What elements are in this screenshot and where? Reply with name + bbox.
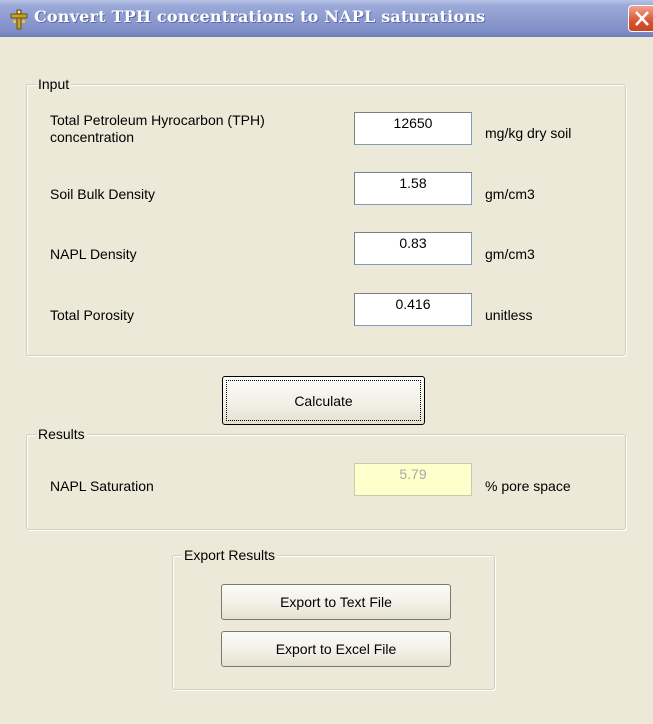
app-cross-icon xyxy=(10,9,28,30)
total-porosity-label: Total Porosity xyxy=(50,307,135,323)
napl-saturation-unit: % pore space xyxy=(485,478,571,494)
close-button[interactable] xyxy=(628,5,653,32)
tph-label: Total Petroleum Hyrocarbon (TPH) concent… xyxy=(50,112,265,145)
total-porosity-unit: unitless xyxy=(485,307,533,323)
soil-bulk-density-field[interactable]: 1.58 xyxy=(354,172,472,205)
soil-bulk-density-label: Soil Bulk Density xyxy=(50,186,156,202)
window-title: Convert TPH concentrations to NAPL satur… xyxy=(34,7,486,26)
napl-density-field[interactable]: 0.83 xyxy=(354,232,472,265)
export-group xyxy=(172,555,495,690)
close-x-icon xyxy=(635,11,649,26)
napl-saturation-field: 5.79 xyxy=(354,463,472,496)
napl-density-label: NAPL Density xyxy=(50,246,137,262)
export-excel-button[interactable]: Export to Excel File xyxy=(221,631,451,667)
soil-bulk-density-unit: gm/cm3 xyxy=(485,186,535,202)
calculate-button-label: Calculate xyxy=(294,392,353,409)
napl-saturation-label: NAPL Saturation xyxy=(50,478,154,494)
export-excel-button-label: Export to Excel File xyxy=(275,641,397,657)
total-porosity-field[interactable]: 0.416 xyxy=(354,293,472,326)
tph-concentration-field[interactable]: 12650 xyxy=(354,112,472,145)
title-bar[interactable]: Convert TPH concentrations to NAPL satur… xyxy=(0,0,653,37)
export-text-button[interactable]: Export to Text File xyxy=(221,584,451,620)
results-group-legend: Results xyxy=(36,426,87,442)
export-text-button-label: Export to Text File xyxy=(280,594,392,610)
napl-density-unit: gm/cm3 xyxy=(485,246,535,262)
input-group-legend: Input xyxy=(36,76,72,92)
dialog-window: Convert TPH concentrations to NAPL satur… xyxy=(0,0,653,724)
calculate-button[interactable]: Calculate xyxy=(222,376,425,425)
tph-unit: mg/kg dry soil xyxy=(485,125,572,141)
export-group-legend: Export Results xyxy=(182,547,278,563)
